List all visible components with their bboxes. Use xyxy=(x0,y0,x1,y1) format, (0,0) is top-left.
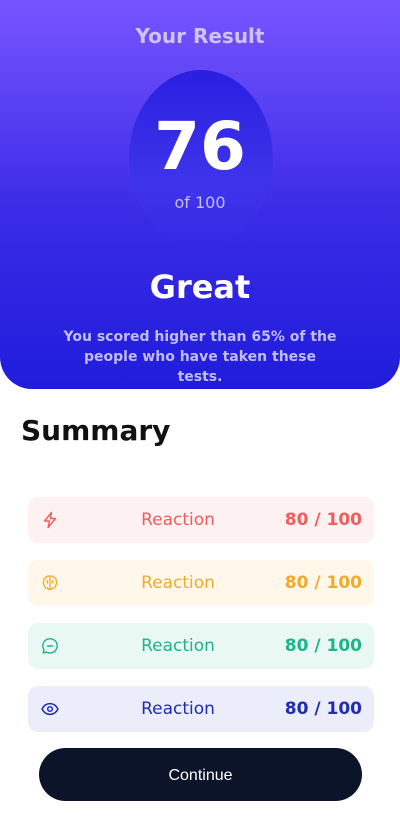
summary-item-label: Reaction xyxy=(141,510,215,530)
summary-heading: Summary xyxy=(21,414,171,447)
result-title: Your Result xyxy=(135,24,265,48)
summary-item-score: 80 / 100 xyxy=(284,636,362,656)
summary-item-memory: Reaction 80 / 100 xyxy=(28,560,374,606)
continue-button[interactable]: Continue xyxy=(39,748,362,801)
results-page: Your Result 76 of 100 Great You scored h… xyxy=(0,0,400,830)
summary-item-visual: Reaction 80 / 100 xyxy=(28,686,374,732)
result-panel: Your Result 76 of 100 Great You scored h… xyxy=(0,0,400,389)
summary-item-verbal: Reaction 80 / 100 xyxy=(28,623,374,669)
summary-item-label: Reaction xyxy=(141,636,215,656)
result-description: You scored higher than 65% of the people… xyxy=(63,329,337,385)
score-max: of 100 xyxy=(174,193,226,212)
summary-list: Reaction 80 / 100 Reaction 80 / 100 Reac… xyxy=(28,497,374,749)
summary-item-reaction: Reaction 80 / 100 xyxy=(28,497,374,543)
summary-item-label: Reaction xyxy=(141,573,215,593)
rating-label: Great xyxy=(149,268,251,306)
summary-item-score: 80 / 100 xyxy=(284,510,362,530)
summary-item-label: Reaction xyxy=(141,699,215,719)
score-value: 76 xyxy=(154,108,246,185)
summary-item-score: 80 / 100 xyxy=(284,573,362,593)
summary-item-score: 80 / 100 xyxy=(284,699,362,719)
